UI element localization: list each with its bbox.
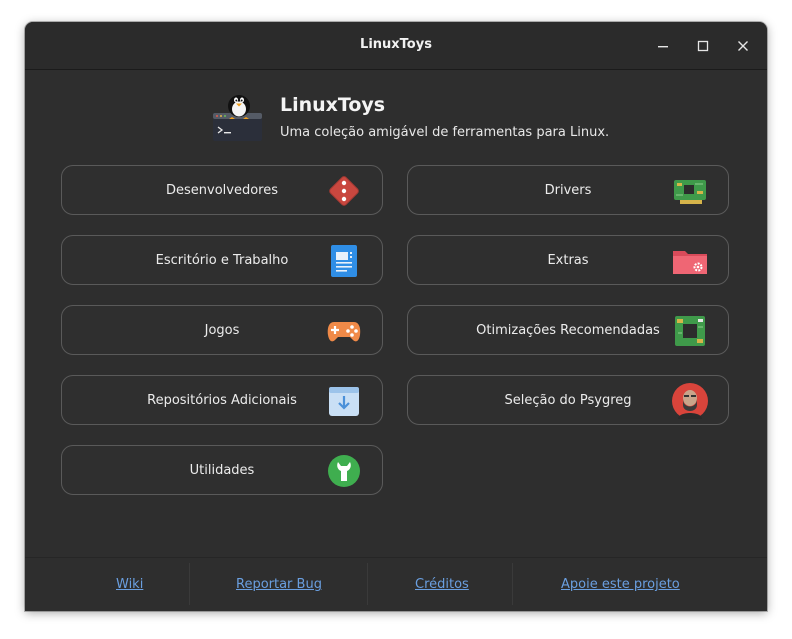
category-repositorios-button[interactable]: Repositórios Adicionais: [61, 375, 383, 425]
linuxtoys-logo-icon: [213, 95, 262, 141]
footer-separator: [512, 563, 513, 605]
category-jogos-button[interactable]: Jogos: [61, 305, 383, 355]
folder-gear-icon: [673, 251, 707, 274]
minimize-button[interactable]: [651, 34, 675, 58]
report-bug-link[interactable]: Reportar Bug: [236, 577, 322, 592]
maximize-icon: [697, 40, 709, 52]
footer-links-bar: Wiki Reportar Bug Créditos Apoie este pr…: [25, 558, 767, 611]
maximize-button[interactable]: [691, 34, 715, 58]
category-psygreg-button[interactable]: Seleção do Psygreg: [407, 375, 729, 425]
chip-icon: [675, 316, 705, 346]
app-window: LinuxToys LinuxToys Uma coleção amigável…: [25, 22, 767, 611]
title-bar[interactable]: LinuxToys: [25, 22, 767, 70]
document-icon: [331, 245, 357, 277]
app-name: LinuxToys: [280, 94, 386, 116]
download-bag-icon: [329, 387, 359, 416]
app-description: Uma coleção amigável de ferramentas para…: [280, 125, 610, 140]
category-utilidades-button[interactable]: Utilidades: [61, 445, 383, 495]
gamepad-icon: [327, 322, 361, 342]
category-desenvolvedores-button[interactable]: Desenvolvedores: [61, 165, 383, 215]
category-extras-button[interactable]: Extras: [407, 235, 729, 285]
minimize-icon: [658, 46, 668, 48]
dice-icon: [329, 176, 359, 206]
wrench-icon: [328, 455, 360, 487]
wiki-link[interactable]: Wiki: [116, 577, 143, 592]
category-otimizacoes-button[interactable]: Otimizações Recomendadas: [407, 305, 729, 355]
support-project-link[interactable]: Apoie este projeto: [561, 577, 680, 592]
credits-link[interactable]: Créditos: [415, 577, 469, 592]
close-button[interactable]: [731, 34, 755, 58]
avatar-icon: [672, 383, 708, 419]
category-escritorio-button[interactable]: Escritório e Trabalho: [61, 235, 383, 285]
category-drivers-button[interactable]: Drivers: [407, 165, 729, 215]
close-icon: [738, 41, 748, 51]
footer-separator: [189, 563, 190, 605]
circuit-board-icon: [674, 180, 706, 204]
footer-separator: [367, 563, 368, 605]
